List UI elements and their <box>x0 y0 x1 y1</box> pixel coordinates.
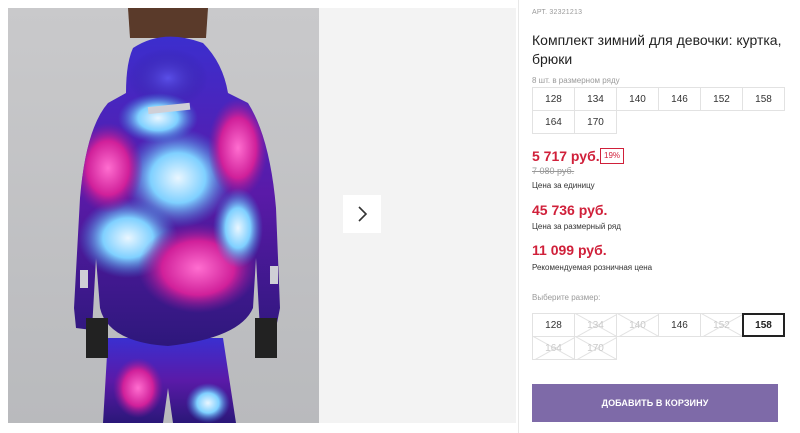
size-row-list: 128 134 140 146 152 158 164 170 <box>532 87 785 134</box>
unit-price: 5 717 руб. <box>532 148 600 164</box>
size-row-item: 140 <box>616 87 659 111</box>
size-option-label: 146 <box>671 319 688 331</box>
next-image-button[interactable] <box>343 195 381 233</box>
size-option-label: 164 <box>545 342 562 354</box>
size-row-item: 146 <box>658 87 701 111</box>
product-photo[interactable] <box>8 8 319 423</box>
size-row-item: 170 <box>574 110 617 134</box>
size-option-152: 152 <box>700 313 743 337</box>
chevron-right-icon <box>358 206 368 222</box>
size-option-158[interactable]: 158 <box>742 313 785 337</box>
divider <box>518 0 519 433</box>
size-row-item: 128 <box>532 87 575 111</box>
size-row-item: 152 <box>700 87 743 111</box>
size-option-128[interactable]: 128 <box>532 313 575 337</box>
size-row-item: 164 <box>532 110 575 134</box>
size-option-label: 170 <box>587 342 604 354</box>
rrp-price-label: Рекомендуемая розничная цена <box>532 263 653 272</box>
size-option-146[interactable]: 146 <box>658 313 701 337</box>
article-number: АРТ. 32321213 <box>532 9 583 16</box>
size-selector: 128 134 140 146 152 158 164 170 <box>532 313 785 360</box>
product-gallery <box>0 0 520 433</box>
row-price-label: Цена за размерный ряд <box>532 222 621 231</box>
size-row-item: 158 <box>742 87 785 111</box>
size-option-164: 164 <box>532 336 575 360</box>
product-title: Комплект зимний для девочки: куртка, брю… <box>532 32 782 67</box>
rrp-price: 11 099 руб. <box>532 242 607 258</box>
size-option-label: 152 <box>713 319 730 331</box>
discount-badge: 19% <box>600 148 625 164</box>
choose-size-label: Выберите размер: <box>532 293 601 302</box>
row-price: 45 736 руб. <box>532 202 608 218</box>
size-option-label: 158 <box>755 319 772 331</box>
size-option-label: 140 <box>629 319 646 331</box>
add-to-cart-button[interactable]: ДОБАВИТЬ В КОРЗИНУ <box>532 384 778 422</box>
unit-price-label: Цена за единицу <box>532 181 595 190</box>
size-option-170: 170 <box>574 336 617 360</box>
old-price: 7 080 руб. <box>532 166 575 176</box>
size-option-label: 134 <box>587 319 604 331</box>
size-option-134: 134 <box>574 313 617 337</box>
product-photo-image <box>74 8 280 423</box>
size-option-label: 128 <box>545 319 562 331</box>
size-row-item: 134 <box>574 87 617 111</box>
size-option-140: 140 <box>616 313 659 337</box>
sizes-in-row-note: 8 шт. в размерном ряду <box>532 76 620 85</box>
